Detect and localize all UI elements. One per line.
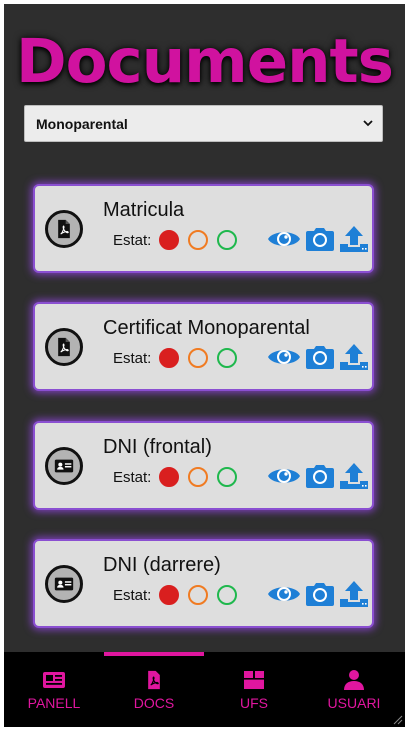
upload-icon[interactable] xyxy=(339,579,369,609)
document-title: DNI (frontal) xyxy=(103,436,212,458)
camera-icon[interactable] xyxy=(305,461,335,491)
nav-item-ufs[interactable]: UFS xyxy=(204,652,304,727)
user-icon xyxy=(342,669,366,691)
resize-grip-icon[interactable] xyxy=(393,715,403,725)
document-card: Matricula Estat: xyxy=(33,184,374,273)
bottom-nav: PANELL DOCS UFS USUARI xyxy=(4,652,405,727)
nav-label: DOCS xyxy=(133,694,175,711)
document-title: Certificat Monoparental xyxy=(103,317,310,339)
status-green-dot xyxy=(217,348,237,368)
view-eye-icon[interactable] xyxy=(267,342,301,372)
status-green-dot xyxy=(217,230,237,250)
pdf-icon xyxy=(142,669,166,691)
view-eye-icon[interactable] xyxy=(267,461,301,491)
chevron-down-icon xyxy=(363,120,373,127)
camera-icon[interactable] xyxy=(305,342,335,372)
category-select-value: Monoparental xyxy=(36,115,128,132)
box-icon xyxy=(242,669,266,691)
nav-item-docs[interactable]: DOCS xyxy=(104,652,204,727)
page-title: Documents xyxy=(16,26,394,97)
view-eye-icon[interactable] xyxy=(267,224,301,254)
upload-icon[interactable] xyxy=(339,342,369,372)
status-orange-dot xyxy=(188,585,208,605)
status-label: Estat: xyxy=(113,350,152,367)
status-red-dot xyxy=(159,230,179,250)
status-green-dot xyxy=(217,467,237,487)
document-card: Certificat Monoparental Estat: xyxy=(33,302,374,391)
document-title: Matricula xyxy=(103,199,185,221)
status-red-dot xyxy=(159,585,179,605)
id-card-icon xyxy=(45,565,83,603)
status-orange-dot xyxy=(188,348,208,368)
id-card-icon xyxy=(45,447,83,485)
category-select[interactable]: Monoparental xyxy=(24,105,383,142)
status-green-dot xyxy=(217,585,237,605)
status-orange-dot xyxy=(188,467,208,487)
upload-icon[interactable] xyxy=(339,461,369,491)
status-label: Estat: xyxy=(113,232,152,249)
status-orange-dot xyxy=(188,230,208,250)
nav-label: UFS xyxy=(240,694,268,711)
camera-icon[interactable] xyxy=(305,579,335,609)
document-card: DNI (frontal) Estat: xyxy=(33,421,374,510)
status-label: Estat: xyxy=(113,587,152,604)
status-label: Estat: xyxy=(113,469,152,486)
pdf-icon xyxy=(45,328,83,366)
nav-label: USUARI xyxy=(327,694,381,711)
status-red-dot xyxy=(159,348,179,368)
upload-icon[interactable] xyxy=(339,224,369,254)
document-card: DNI (darrere) Estat: xyxy=(33,539,374,628)
newspaper-icon xyxy=(42,669,66,691)
nav-item-usuari[interactable]: USUARI xyxy=(304,652,404,727)
nav-item-panell[interactable]: PANELL xyxy=(4,652,104,727)
nav-label: PANELL xyxy=(27,694,81,711)
document-title: DNI (darrere) xyxy=(103,554,221,576)
app-frame: Documents Monoparental Matricula Estat: … xyxy=(4,4,405,727)
status-red-dot xyxy=(159,467,179,487)
pdf-icon xyxy=(45,210,83,248)
view-eye-icon[interactable] xyxy=(267,579,301,609)
camera-icon[interactable] xyxy=(305,224,335,254)
